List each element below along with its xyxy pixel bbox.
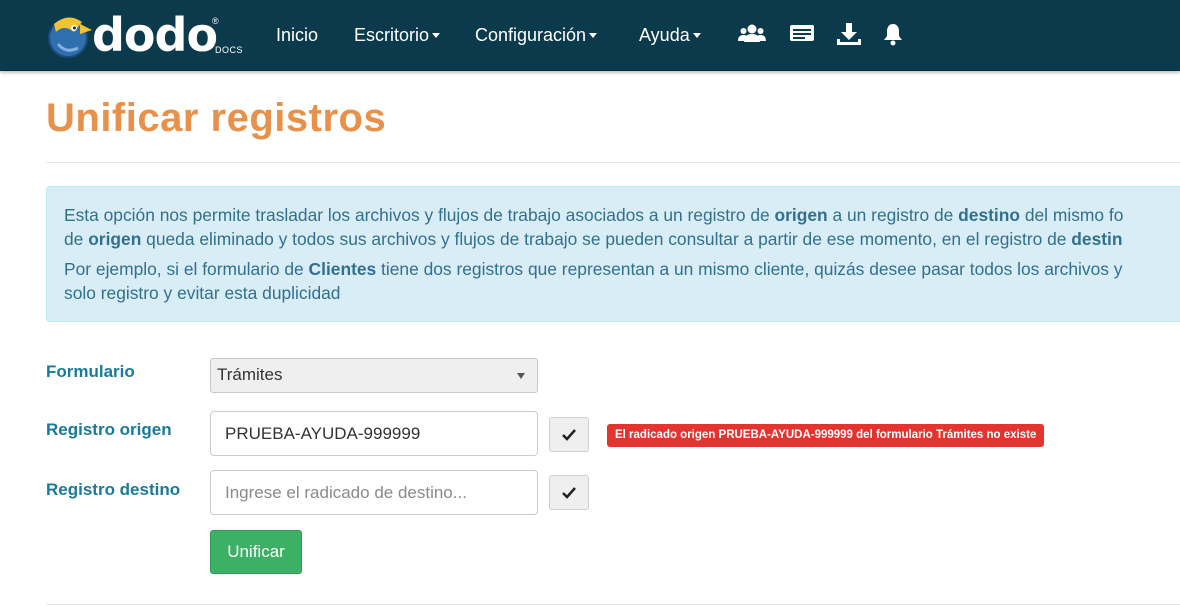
check-icon bbox=[562, 486, 576, 499]
nav-inicio-label: Inicio bbox=[276, 25, 319, 45]
nav-escritorio-label: Escritorio bbox=[354, 25, 430, 45]
nav-ayuda[interactable]: Ayuda bbox=[639, 24, 701, 46]
nav-configuracion[interactable]: Configuración bbox=[475, 24, 598, 46]
select-arrow-icon bbox=[517, 373, 525, 379]
info-alert: Esta opción nos permite trasladar los ar… bbox=[46, 186, 1180, 322]
caret-down-icon bbox=[589, 32, 598, 38]
alert-paragraph-2: Por ejemplo, si el formulario de Cliente… bbox=[64, 257, 1180, 305]
registro-destino-input[interactable] bbox=[210, 470, 538, 515]
download-icon[interactable] bbox=[836, 22, 864, 48]
alert-bold-destino: destin bbox=[1071, 229, 1123, 249]
check-icon bbox=[562, 428, 576, 441]
alert-text: a un registro de bbox=[827, 205, 959, 225]
logo-registered-mark: ® bbox=[212, 16, 219, 26]
alert-text: Esta opción nos permite trasladar los ar… bbox=[64, 205, 775, 225]
dodo-docs-logo[interactable]: dodo ® DOCS bbox=[44, 8, 244, 62]
nav-ayuda-label: Ayuda bbox=[639, 25, 690, 45]
nav-inicio[interactable]: Inicio bbox=[276, 24, 318, 46]
alert-text: de bbox=[64, 229, 89, 249]
formulario-selected-value: Trámites bbox=[217, 365, 283, 384]
bottom-divider bbox=[46, 604, 1180, 605]
registro-origen-input[interactable] bbox=[210, 411, 538, 456]
logo-suffix: DOCS bbox=[215, 45, 244, 55]
bell-icon[interactable] bbox=[881, 22, 909, 48]
nav-configuracion-label: Configuración bbox=[475, 25, 587, 45]
error-badge: El radicado origen PRUEBA-AYUDA-999999 d… bbox=[607, 424, 1045, 447]
page-title: Unificar registros bbox=[46, 96, 387, 140]
logo-wordmark: dodo bbox=[92, 8, 218, 62]
alert-bold-clientes: Clientes bbox=[308, 259, 377, 279]
validate-destino-button[interactable] bbox=[549, 475, 589, 510]
unificar-button[interactable]: Unificar bbox=[210, 530, 302, 574]
validate-origen-button[interactable] bbox=[549, 417, 589, 452]
alert-bold-origen: origen bbox=[774, 205, 828, 225]
alert-text: solo registro y evitar esta duplicidad bbox=[64, 283, 341, 303]
top-navbar: dodo ® DOCS Inicio Escritorio Configurac… bbox=[0, 0, 1180, 71]
nav-escritorio[interactable]: Escritorio bbox=[354, 24, 441, 46]
registro-origen-label: Registro origen bbox=[46, 420, 172, 439]
alert-paragraph-1: Esta opción nos permite trasladar los ar… bbox=[64, 203, 1180, 251]
alert-text: queda eliminado y todos sus archivos y f… bbox=[141, 229, 1072, 249]
users-icon[interactable] bbox=[738, 22, 766, 48]
caret-down-icon bbox=[692, 32, 701, 38]
alert-text: tiene dos registros que representan a un… bbox=[376, 259, 1123, 279]
alert-text: del mismo fo bbox=[1020, 205, 1124, 225]
formulario-label: Formulario bbox=[46, 362, 135, 381]
formulario-select[interactable]: Trámites bbox=[210, 358, 538, 393]
title-divider bbox=[46, 162, 1180, 163]
alert-bold-origen: origen bbox=[88, 229, 142, 249]
alert-bold-destino: destino bbox=[958, 205, 1020, 225]
caret-down-icon bbox=[432, 32, 441, 38]
registro-destino-label: Registro destino bbox=[46, 480, 181, 499]
alert-text: Por ejemplo, si el formulario de bbox=[64, 259, 309, 279]
dodo-bird-icon bbox=[48, 17, 92, 58]
id-card-icon[interactable] bbox=[789, 22, 817, 48]
